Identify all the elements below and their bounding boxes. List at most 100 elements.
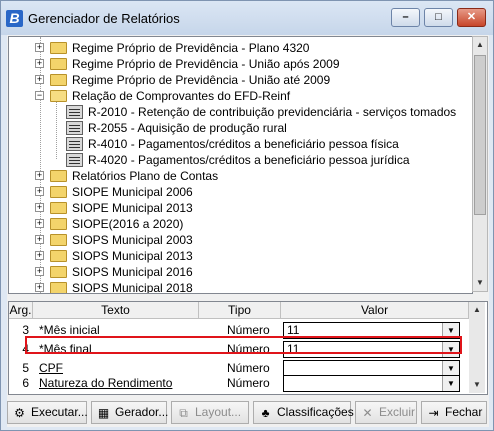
expand-icon[interactable]: + — [35, 59, 44, 68]
collapse-icon[interactable]: − — [35, 91, 44, 100]
tree-item[interactable]: R-2010 - Retenção de contribuição previd… — [51, 104, 469, 120]
tree-item[interactable]: + SIOPS Municipal 2016 — [35, 264, 469, 280]
expand-icon[interactable]: + — [35, 267, 44, 276]
tree-item-label: SIOPS Municipal 2018 — [72, 281, 193, 294]
expand-icon[interactable]: + — [35, 283, 44, 292]
tree-item[interactable]: + SIOPE Municipal 2006 — [35, 184, 469, 200]
tree-item-label: SIOPE Municipal 2013 — [72, 201, 193, 215]
maximize-button[interactable]: □ — [424, 8, 453, 27]
chevron-down-icon[interactable]: ▼ — [442, 323, 459, 338]
folder-icon — [50, 282, 67, 293]
gerador-button[interactable]: ▦ Gerador... — [91, 401, 168, 424]
tree-item[interactable]: + SIOPS Municipal 2003 — [35, 232, 469, 248]
expand-icon[interactable]: + — [35, 75, 44, 84]
folder-icon — [50, 250, 67, 262]
tree-item[interactable]: + SIOPS Municipal 2018 — [35, 280, 469, 294]
col-header-arg[interactable]: Arg. — [9, 302, 33, 319]
report-icon — [66, 153, 83, 167]
row-texto: *Mês inicial — [39, 323, 100, 337]
col-header-texto[interactable]: Texto — [33, 302, 199, 319]
scroll-up-icon[interactable]: ▲ — [469, 302, 485, 318]
layout-icon: ⧉ — [179, 406, 188, 420]
arguments-grid[interactable]: Arg. Texto Tipo Valor 3 *Mês inicial Núm… — [8, 301, 488, 395]
excluir-label: Excluir — [379, 405, 416, 419]
value-combo[interactable]: ▼ — [283, 375, 460, 392]
tree-item-label: R-2010 - Retenção de contribuição previd… — [88, 105, 457, 119]
folder-icon — [50, 170, 67, 182]
title-bar[interactable]: B Gerenciador de Relatórios – □ ✕ — [1, 1, 493, 35]
tree-item[interactable]: + Regime Próprio de Previdência - União a… — [35, 72, 469, 88]
expand-icon[interactable]: + — [35, 43, 44, 52]
fechar-button[interactable]: ⇥ Fechar — [421, 401, 487, 424]
window-title: Gerenciador de Relatórios — [28, 11, 180, 26]
classificacoes-label: Classificações — [277, 405, 354, 419]
scroll-up-icon[interactable]: ▲ — [473, 37, 487, 53]
folder-icon — [50, 202, 67, 214]
classificacoes-button[interactable]: ♣ Classificações — [253, 401, 354, 424]
client-area: + Regime Próprio de Previdência - Plano 4… — [7, 35, 489, 427]
tree-item[interactable]: − Relação de Comprovantes do EFD-Reinf — [35, 88, 469, 104]
tree-scrollbar[interactable]: ▲ ▼ — [472, 36, 488, 292]
expand-icon[interactable]: + — [35, 187, 44, 196]
tree-item-label: R-2055 - Aquisição de produção rural — [88, 121, 287, 135]
expand-icon[interactable]: + — [35, 203, 44, 212]
row-texto: *Mês final — [39, 342, 92, 356]
row-tipo: Número — [227, 342, 270, 356]
scroll-down-icon[interactable]: ▼ — [469, 377, 485, 393]
value-combo[interactable]: 11 ▼ — [283, 322, 460, 339]
chevron-down-icon[interactable]: ▼ — [442, 342, 459, 357]
folder-icon — [50, 42, 67, 54]
tree-item[interactable]: R-4020 - Pagamentos/créditos a beneficiá… — [51, 152, 469, 168]
classification-icon: ♣ — [261, 406, 270, 420]
row-arg: 6 — [22, 376, 29, 390]
tree-item-label: SIOPE(2016 a 2020) — [72, 217, 184, 231]
tree-item-label: Relatórios Plano de Contas — [72, 169, 219, 183]
tree-item[interactable]: R-2055 - Aquisição de produção rural — [51, 120, 469, 136]
tree-item[interactable]: + SIOPE(2016 a 2020) — [35, 216, 469, 232]
tree-item[interactable]: + SIOPE Municipal 2013 — [35, 200, 469, 216]
tree-item-label: R-4010 - Pagamentos/créditos a beneficiá… — [88, 137, 399, 151]
exit-door-icon: ⇥ — [428, 406, 439, 420]
folder-icon — [50, 58, 67, 70]
grid-scrollbar[interactable]: ▲ ▼ — [469, 302, 485, 393]
value-combo[interactable]: 11 ▼ — [283, 341, 460, 358]
expand-icon[interactable]: + — [35, 251, 44, 260]
scroll-down-icon[interactable]: ▼ — [473, 275, 487, 291]
row-tipo: Número — [227, 323, 270, 337]
report-manager-window: B Gerenciador de Relatórios – □ ✕ + Regim… — [0, 0, 494, 431]
close-icon: ✕ — [466, 11, 477, 23]
expand-icon[interactable]: + — [35, 235, 44, 244]
tree-item-label: SIOPS Municipal 2013 — [72, 249, 193, 263]
fechar-label: Fechar — [445, 405, 483, 419]
col-header-valor[interactable]: Valor — [281, 302, 469, 319]
executar-button[interactable]: ⚙ Executar... — [7, 401, 88, 424]
expand-icon[interactable]: + — [35, 171, 44, 180]
close-button[interactable]: ✕ — [457, 8, 486, 27]
tree-item[interactable]: + Regime Próprio de Previdência - União a… — [35, 56, 469, 72]
minimize-button[interactable]: – — [391, 8, 420, 27]
tree-item-label: SIOPS Municipal 2016 — [72, 265, 193, 279]
splitter[interactable] — [7, 294, 489, 300]
report-tree[interactable]: + Regime Próprio de Previdência - Plano 4… — [8, 36, 473, 294]
delete-icon: ✕ — [362, 406, 373, 420]
row-arg: 3 — [22, 323, 29, 337]
minimize-icon: – — [402, 11, 409, 23]
open-folder-icon — [50, 90, 67, 102]
chevron-down-icon[interactable]: ▼ — [442, 376, 459, 391]
layout-button[interactable]: ⧉ Layout... — [171, 401, 249, 424]
expand-icon[interactable]: + — [35, 219, 44, 228]
chevron-down-icon[interactable]: ▼ — [442, 361, 459, 376]
tree-item[interactable]: + Regime Próprio de Previdência - Plano 4… — [35, 40, 469, 56]
layout-label: Layout... — [195, 405, 242, 419]
tree-item[interactable]: + SIOPS Municipal 2013 — [35, 248, 469, 264]
tree-item[interactable]: R-4010 - Pagamentos/créditos a beneficiá… — [51, 136, 469, 152]
scroll-thumb[interactable] — [474, 55, 486, 215]
report-icon — [66, 105, 83, 119]
excluir-button[interactable]: ✕ Excluir — [355, 401, 417, 424]
tree-item-label: Regime Próprio de Previdência - União ap… — [72, 57, 340, 71]
executar-label: Executar... — [31, 405, 88, 419]
tree-item[interactable]: + Relatórios Plano de Contas — [35, 168, 469, 184]
row-tipo: Número — [227, 376, 270, 390]
col-header-tipo[interactable]: Tipo — [199, 302, 281, 319]
app-logo-icon: B — [6, 10, 23, 27]
